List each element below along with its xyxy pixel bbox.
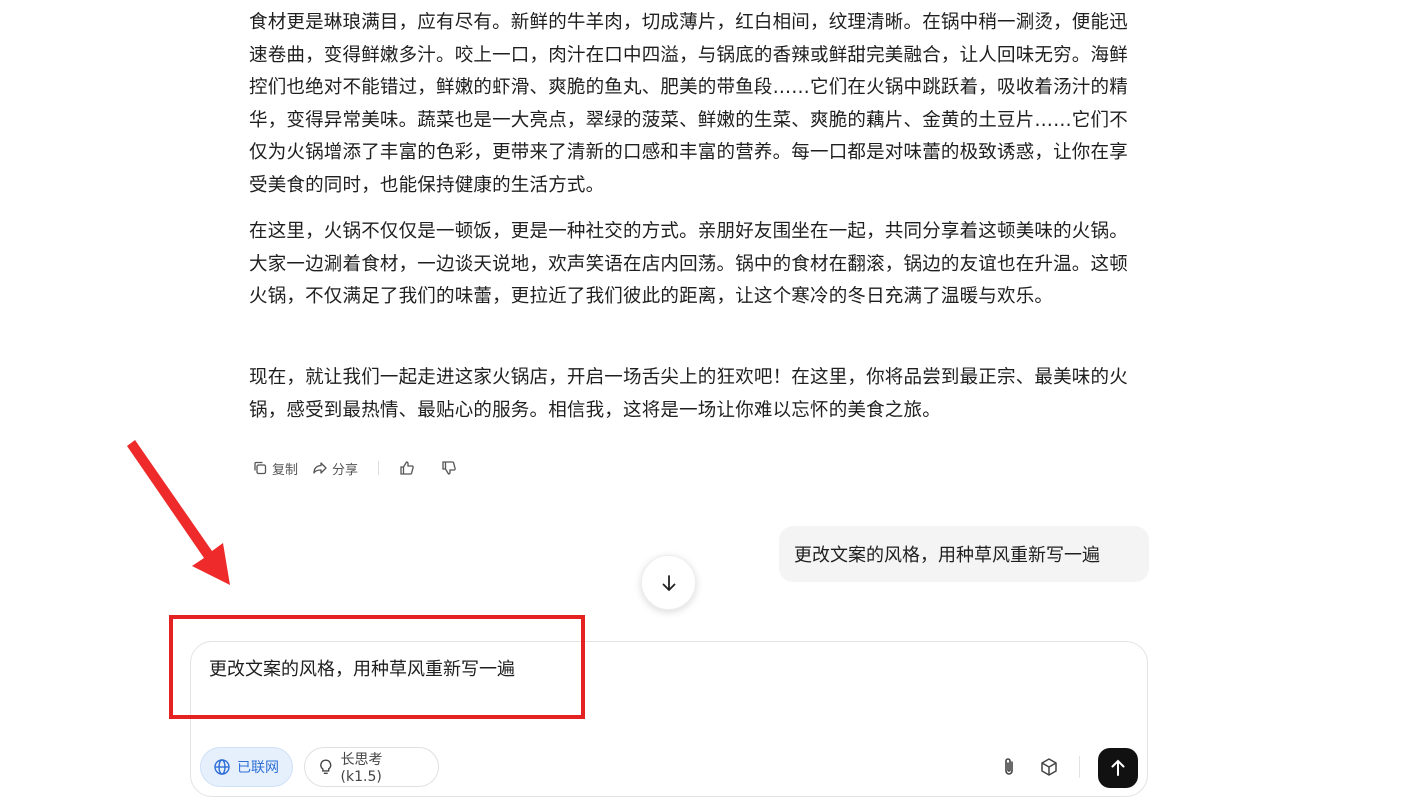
like-button[interactable] [399,460,415,476]
thumbs-down-icon [442,461,456,475]
cube-icon[interactable] [1038,756,1060,778]
dislike-button[interactable] [441,460,457,476]
assistant-paragraph-1: 食材更是琳琅满目，应有尽有。新鲜的牛羊肉，切成薄片，红白相间，纹理清晰。在锅中稍… [249,12,1128,196]
long-think-label: 长思考 (k1.5) [340,752,383,785]
thumbs-up-icon [400,461,414,475]
web-search-toggle[interactable]: 已联网 [200,747,293,787]
long-think-toggle[interactable]: 长思考 (k1.5) [304,747,439,787]
arrow-up-icon [1111,759,1125,776]
share-label: 分享 [332,462,359,478]
toolbar-divider [1079,756,1080,778]
assistant-paragraph-3: 现在，就让我们一起走进这家火锅店，开启一场舌尖上的狂欢吧！在这里，你将品尝到最正… [249,367,1128,421]
user-message-bubble: 更改文案的风格，用种草风重新写一遍 [779,526,1149,582]
message-actions: 复制 分享 [252,456,457,480]
copy-button[interactable]: 复制 [252,459,298,478]
send-button[interactable] [1098,748,1138,788]
assistant-paragraph-2: 在这里，火锅不仅仅是一顿饭，更是一种社交的方式。亲朋好友围坐在一起，共同分享着这… [249,221,1128,307]
arrow-down-icon [662,574,675,591]
copy-icon [254,461,267,475]
web-search-label: 已联网 [237,760,279,776]
globe-icon [214,759,230,775]
scroll-to-bottom-button[interactable] [641,555,696,610]
copy-label: 复制 [272,462,299,478]
share-icon [313,462,327,474]
paperclip-icon[interactable] [998,756,1020,778]
action-divider [378,461,380,475]
user-message-text: 更改文案的风格，用种草风重新写一遍 [794,545,1100,566]
lightbulb-icon [320,759,332,775]
composer-input-text[interactable]: 更改文案的风格，用种草风重新写一遍 [209,655,515,681]
share-button[interactable]: 分享 [312,459,358,478]
annotation-arrow-icon [127,440,230,585]
